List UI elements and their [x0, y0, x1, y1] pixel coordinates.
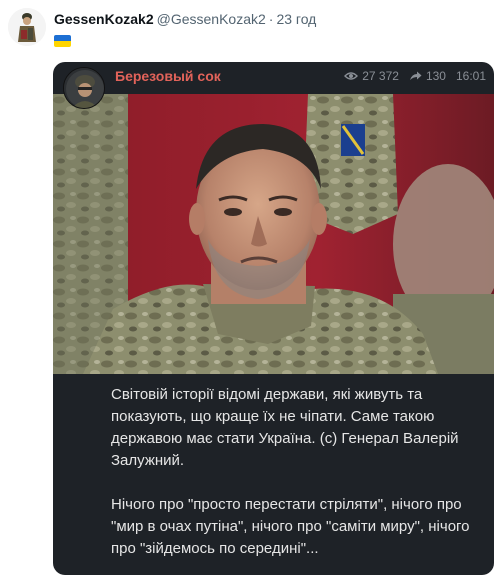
views-count: 27 372	[362, 69, 399, 83]
post-paragraph-1: Світовій історії відомі держави, які жив…	[111, 386, 459, 469]
eye-icon	[344, 72, 359, 80]
telegram-post-embed[interactable]: Березовый сок 27 372 130 16:01 Світовій …	[53, 62, 494, 575]
user-handle[interactable]: @GessenKozak2	[157, 11, 266, 27]
post-paragraph-2: Нічого про "просто перестати стріляти", …	[111, 496, 470, 557]
post-stats: 27 372 130 16:01	[344, 69, 486, 83]
channel-bar: Березовый сок 27 372 130 16:01	[53, 62, 494, 96]
tweet-name-line: GessenKozak2 @GessenKozak2 · 23 год	[54, 11, 316, 27]
tweet-header: GessenKozak2 @GessenKozak2 · 23 год	[0, 0, 502, 60]
channel-name[interactable]: Березовый сок	[115, 68, 221, 84]
share-icon	[409, 71, 422, 80]
ukraine-flag-icon	[54, 35, 71, 47]
display-name[interactable]: GessenKozak2	[54, 11, 154, 27]
post-photo[interactable]	[53, 94, 494, 374]
post-time: 16:01	[455, 69, 486, 83]
post-text: Світовій історії відомі держави, які жив…	[111, 384, 483, 575]
tweet-time[interactable]: 23 год	[276, 11, 316, 27]
separator-dot: ·	[268, 11, 274, 27]
user-avatar[interactable]	[8, 8, 46, 46]
channel-avatar[interactable]	[63, 67, 105, 109]
shares-count: 130	[425, 69, 446, 83]
